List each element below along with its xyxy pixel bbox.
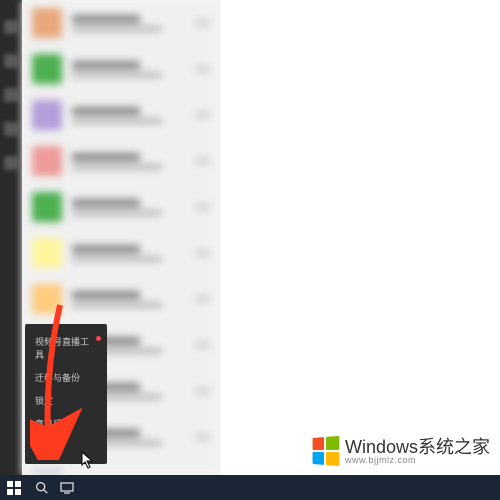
- avatar: [32, 146, 62, 176]
- chat-item[interactable]: [22, 138, 220, 184]
- sidebar-contacts-icon[interactable]: [4, 88, 18, 102]
- taskbar-app[interactable]: [110, 475, 140, 500]
- avatar: [32, 54, 62, 84]
- chat-item[interactable]: [22, 184, 220, 230]
- menu-label: 意见反馈: [35, 417, 71, 430]
- menu-label: 迁移与备份: [35, 371, 80, 384]
- chat-item[interactable]: [22, 276, 220, 322]
- menu-label: 设置: [35, 440, 53, 453]
- menu-item-feedback[interactable]: 意见反馈: [25, 412, 107, 435]
- sidebar-favorites-icon[interactable]: [4, 122, 18, 136]
- chat-item[interactable]: [22, 92, 220, 138]
- menu-label: 锁定: [35, 394, 53, 407]
- watermark: Windows系统之家 www.bjjmlz.com: [311, 437, 490, 465]
- app-sidebar: [0, 0, 22, 475]
- main-content-area: [220, 0, 500, 475]
- taskbar-app[interactable]: [140, 475, 170, 500]
- avatar: [32, 100, 62, 130]
- chat-item[interactable]: [22, 230, 220, 276]
- sidebar-avatar-icon[interactable]: [4, 20, 18, 34]
- search-icon[interactable]: [28, 475, 54, 500]
- windows-logo-icon: [313, 436, 340, 466]
- avatar: [32, 192, 62, 222]
- watermark-url: www.bjjmlz.com: [345, 456, 490, 465]
- avatar: [32, 468, 62, 475]
- menu-label: 视频号直播工具: [35, 335, 97, 361]
- avatar: [32, 238, 62, 268]
- notification-dot-icon: [96, 336, 101, 341]
- avatar: [32, 8, 62, 38]
- chat-item[interactable]: [22, 0, 220, 46]
- menu-item-backup[interactable]: 迁移与备份: [25, 366, 107, 389]
- hamburger-context-menu: 视频号直播工具 迁移与备份 锁定 意见反馈 设置: [25, 324, 107, 464]
- sidebar-files-icon[interactable]: [4, 156, 18, 170]
- taskbar: [0, 475, 500, 500]
- taskbar-app[interactable]: [80, 475, 110, 500]
- task-view-icon[interactable]: [54, 475, 80, 500]
- start-button[interactable]: [0, 475, 28, 500]
- avatar: [32, 284, 62, 314]
- sidebar-chat-icon[interactable]: [4, 54, 18, 68]
- menu-item-live-tools[interactable]: 视频号直播工具: [25, 330, 107, 366]
- watermark-title: Windows系统之家: [345, 438, 490, 456]
- desktop: 视频号直播工具 迁移与备份 锁定 意见反馈 设置: [0, 0, 500, 500]
- menu-item-lock[interactable]: 锁定: [25, 389, 107, 412]
- chat-item[interactable]: [22, 46, 220, 92]
- menu-item-settings[interactable]: 设置: [25, 435, 107, 458]
